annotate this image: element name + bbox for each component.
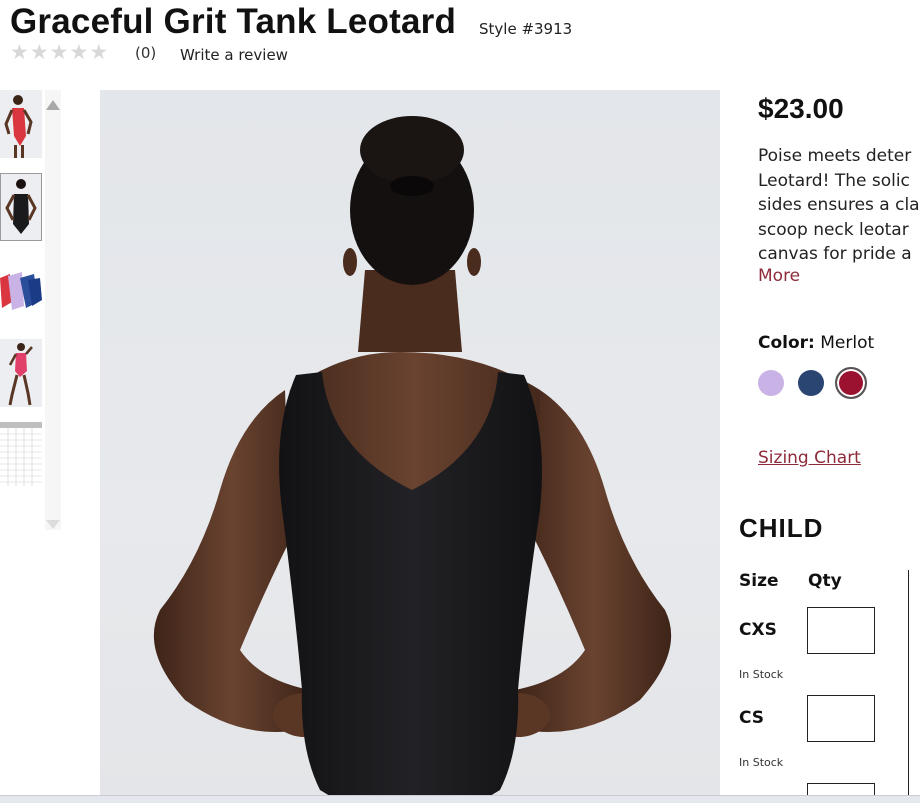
description-line: scoop neck leotar [758,219,909,240]
description-line: Leotard! The solic [758,170,910,191]
thumbnail-back-black-image [1,174,41,240]
star-icon: ★ [29,40,49,64]
qty-input-cs[interactable] [807,695,875,742]
star-icon: ★ [49,40,69,64]
color-swatch-merlot[interactable] [835,367,867,399]
more-link[interactable]: More [758,266,800,286]
thumbnail-scroll-track[interactable] [45,90,61,530]
thumbnail-size-chart[interactable] [0,422,42,490]
sizing-chart-link[interactable]: Sizing Chart [758,448,861,468]
color-label-heading: Color: [758,333,815,353]
star-icon: ★ [89,40,109,64]
product-title: Graceful Grit Tank Leotard [10,2,457,41]
size-label-cxs: CXS [739,620,777,640]
thumbnail-pose-red[interactable] [0,339,42,407]
star-icon: ★ [10,40,29,64]
qty-column-header: Qty [808,571,842,591]
selected-color-name: Merlot [820,333,875,353]
main-product-image[interactable] [100,90,720,802]
size-column-header: Size [739,571,779,591]
thumbnail-colorway-stack[interactable] [0,256,42,324]
thumbnail-back-black[interactable] [0,173,42,241]
star-icon: ★ [69,40,89,64]
description-line: sides ensures a cla [758,195,920,215]
qty-input-cxs[interactable] [807,607,875,654]
thumbnail-colorway-image [0,256,42,324]
write-review-link[interactable]: Write a review [180,46,288,64]
description-line: Poise meets deter [758,146,912,166]
thumbnail-scroll-up-icon[interactable] [46,100,60,110]
thumbnail-front-red[interactable] [0,90,42,158]
style-number: Style #3913 [479,20,573,38]
thumbnail-scroll-down-icon[interactable] [46,520,60,529]
size-table-divider [908,570,909,802]
size-group-heading: CHILD [739,513,824,543]
stock-status-cs: In Stock [739,756,784,769]
product-photo-back-view [153,116,672,802]
color-swatch-lavender[interactable] [758,370,784,396]
thumbnail-front-red-image [0,90,42,158]
thumbnail-gallery [0,90,62,530]
rating-stars[interactable]: ★ ★ ★ ★ ★ [10,40,109,64]
product-price: $23.00 [758,93,844,124]
color-swatch-navy[interactable] [798,370,824,396]
product-description: Poise meets deter Leotard! The solic sid… [758,144,920,267]
description-line: canvas for pride a [758,244,912,264]
color-label: Color: Merlot [758,333,874,353]
size-label-cs: CS [739,708,765,728]
thumbnail-pose-red-image [0,339,42,407]
thumbnail-size-chart-image [0,422,42,490]
review-count: (0) [135,44,157,62]
stock-status-cxs: In Stock [739,668,784,681]
